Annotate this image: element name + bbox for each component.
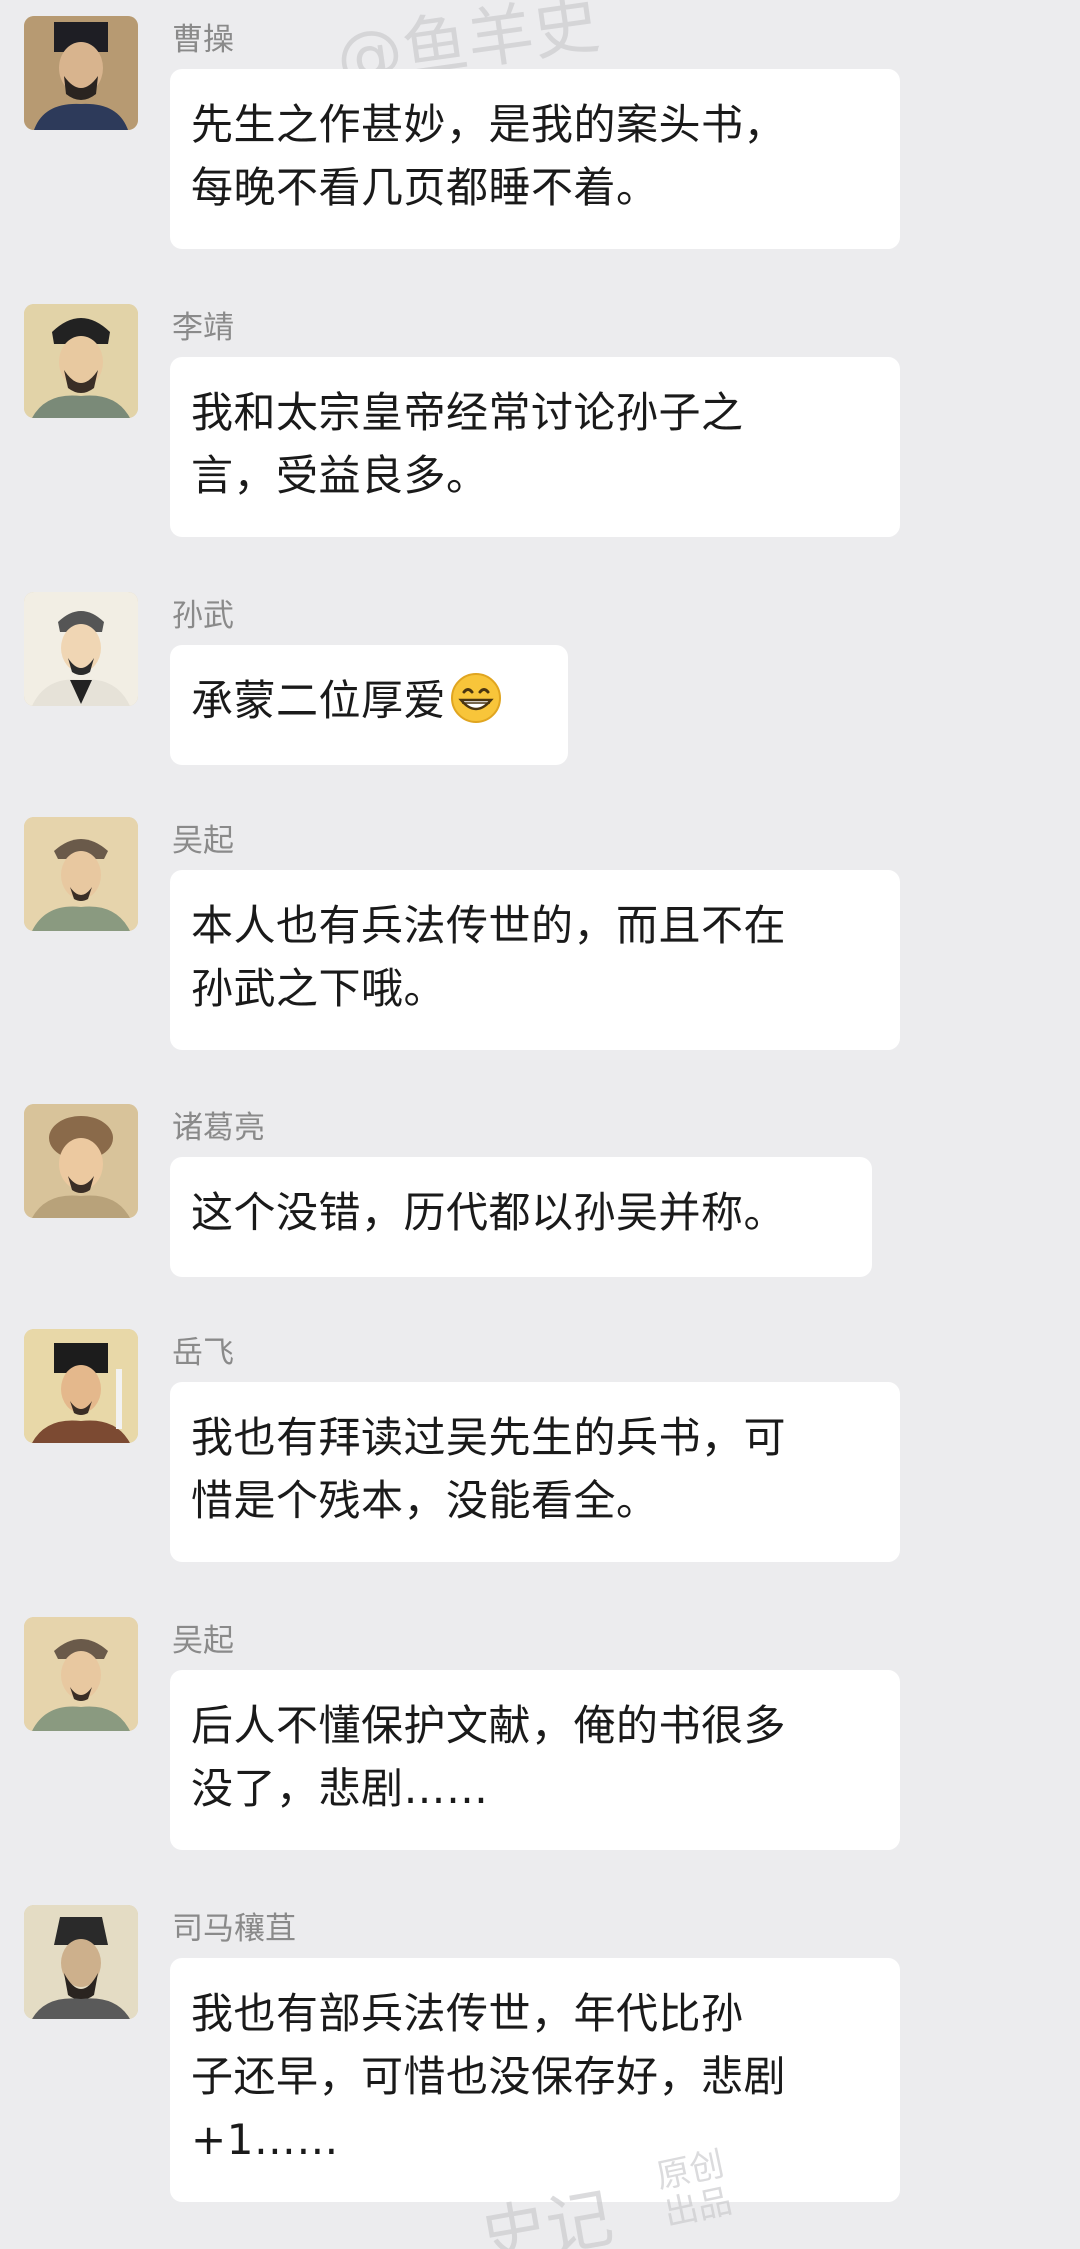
avatar-portrait-icon (24, 1104, 138, 1218)
avatar[interactable] (24, 1104, 138, 1218)
avatar-portrait-icon (24, 1329, 138, 1443)
avatar[interactable] (24, 592, 138, 706)
message-bubble[interactable]: 承蒙二位厚爱 (170, 645, 568, 765)
avatar-portrait-icon (24, 1905, 138, 2019)
sender-name: 孙武 (172, 598, 234, 634)
message-bubble[interactable]: 我也有拜读过吴先生的兵书，可 惜是个残本，没能看全。 (170, 1382, 900, 1562)
avatar[interactable] (24, 1617, 138, 1731)
grinning-face-icon (451, 673, 502, 723)
avatar-portrait-icon (24, 304, 138, 418)
chat-screen: @鱼羊史 曹操 先生之作甚妙，是我的案头书， 每晚不看几页都睡不着。 李靖 我和… (0, 0, 1080, 2249)
avatar-portrait-icon (24, 1617, 138, 1731)
message-bubble[interactable]: 我和太宗皇帝经常讨论孙子之 言，受益良多。 (170, 357, 900, 537)
sender-name: 岳飞 (172, 1335, 234, 1371)
avatar[interactable] (24, 16, 138, 130)
message-bubble[interactable]: 这个没错，历代都以孙吴并称。 (170, 1157, 872, 1277)
sender-name: 吴起 (172, 1623, 234, 1659)
avatar-portrait-icon (24, 16, 138, 130)
message-bubble[interactable]: 先生之作甚妙，是我的案头书， 每晚不看几页都睡不着。 (170, 69, 900, 249)
sender-name: 诸葛亮 (172, 1110, 265, 1146)
message-text: 承蒙二位厚爱 (191, 676, 447, 725)
message-bubble[interactable]: 后人不懂保护文献，俺的书很多 没了，悲剧…… (170, 1670, 900, 1850)
avatar-portrait-icon (24, 817, 138, 931)
sender-name: 李靖 (172, 310, 234, 346)
sender-name: 曹操 (172, 22, 234, 58)
sender-name: 司马穰苴 (172, 1911, 296, 1947)
avatar[interactable] (24, 304, 138, 418)
message-bubble[interactable]: 我也有部兵法传世，年代比孙 子还早，可惜也没保存好，悲剧 +1…… (170, 1958, 900, 2202)
avatar-portrait-icon (24, 592, 138, 706)
message-bubble[interactable]: 本人也有兵法传世的，而且不在 孙武之下哦。 (170, 870, 900, 1050)
sender-name: 吴起 (172, 823, 234, 859)
avatar[interactable] (24, 1905, 138, 2019)
avatar[interactable] (24, 817, 138, 931)
avatar[interactable] (24, 1329, 138, 1443)
